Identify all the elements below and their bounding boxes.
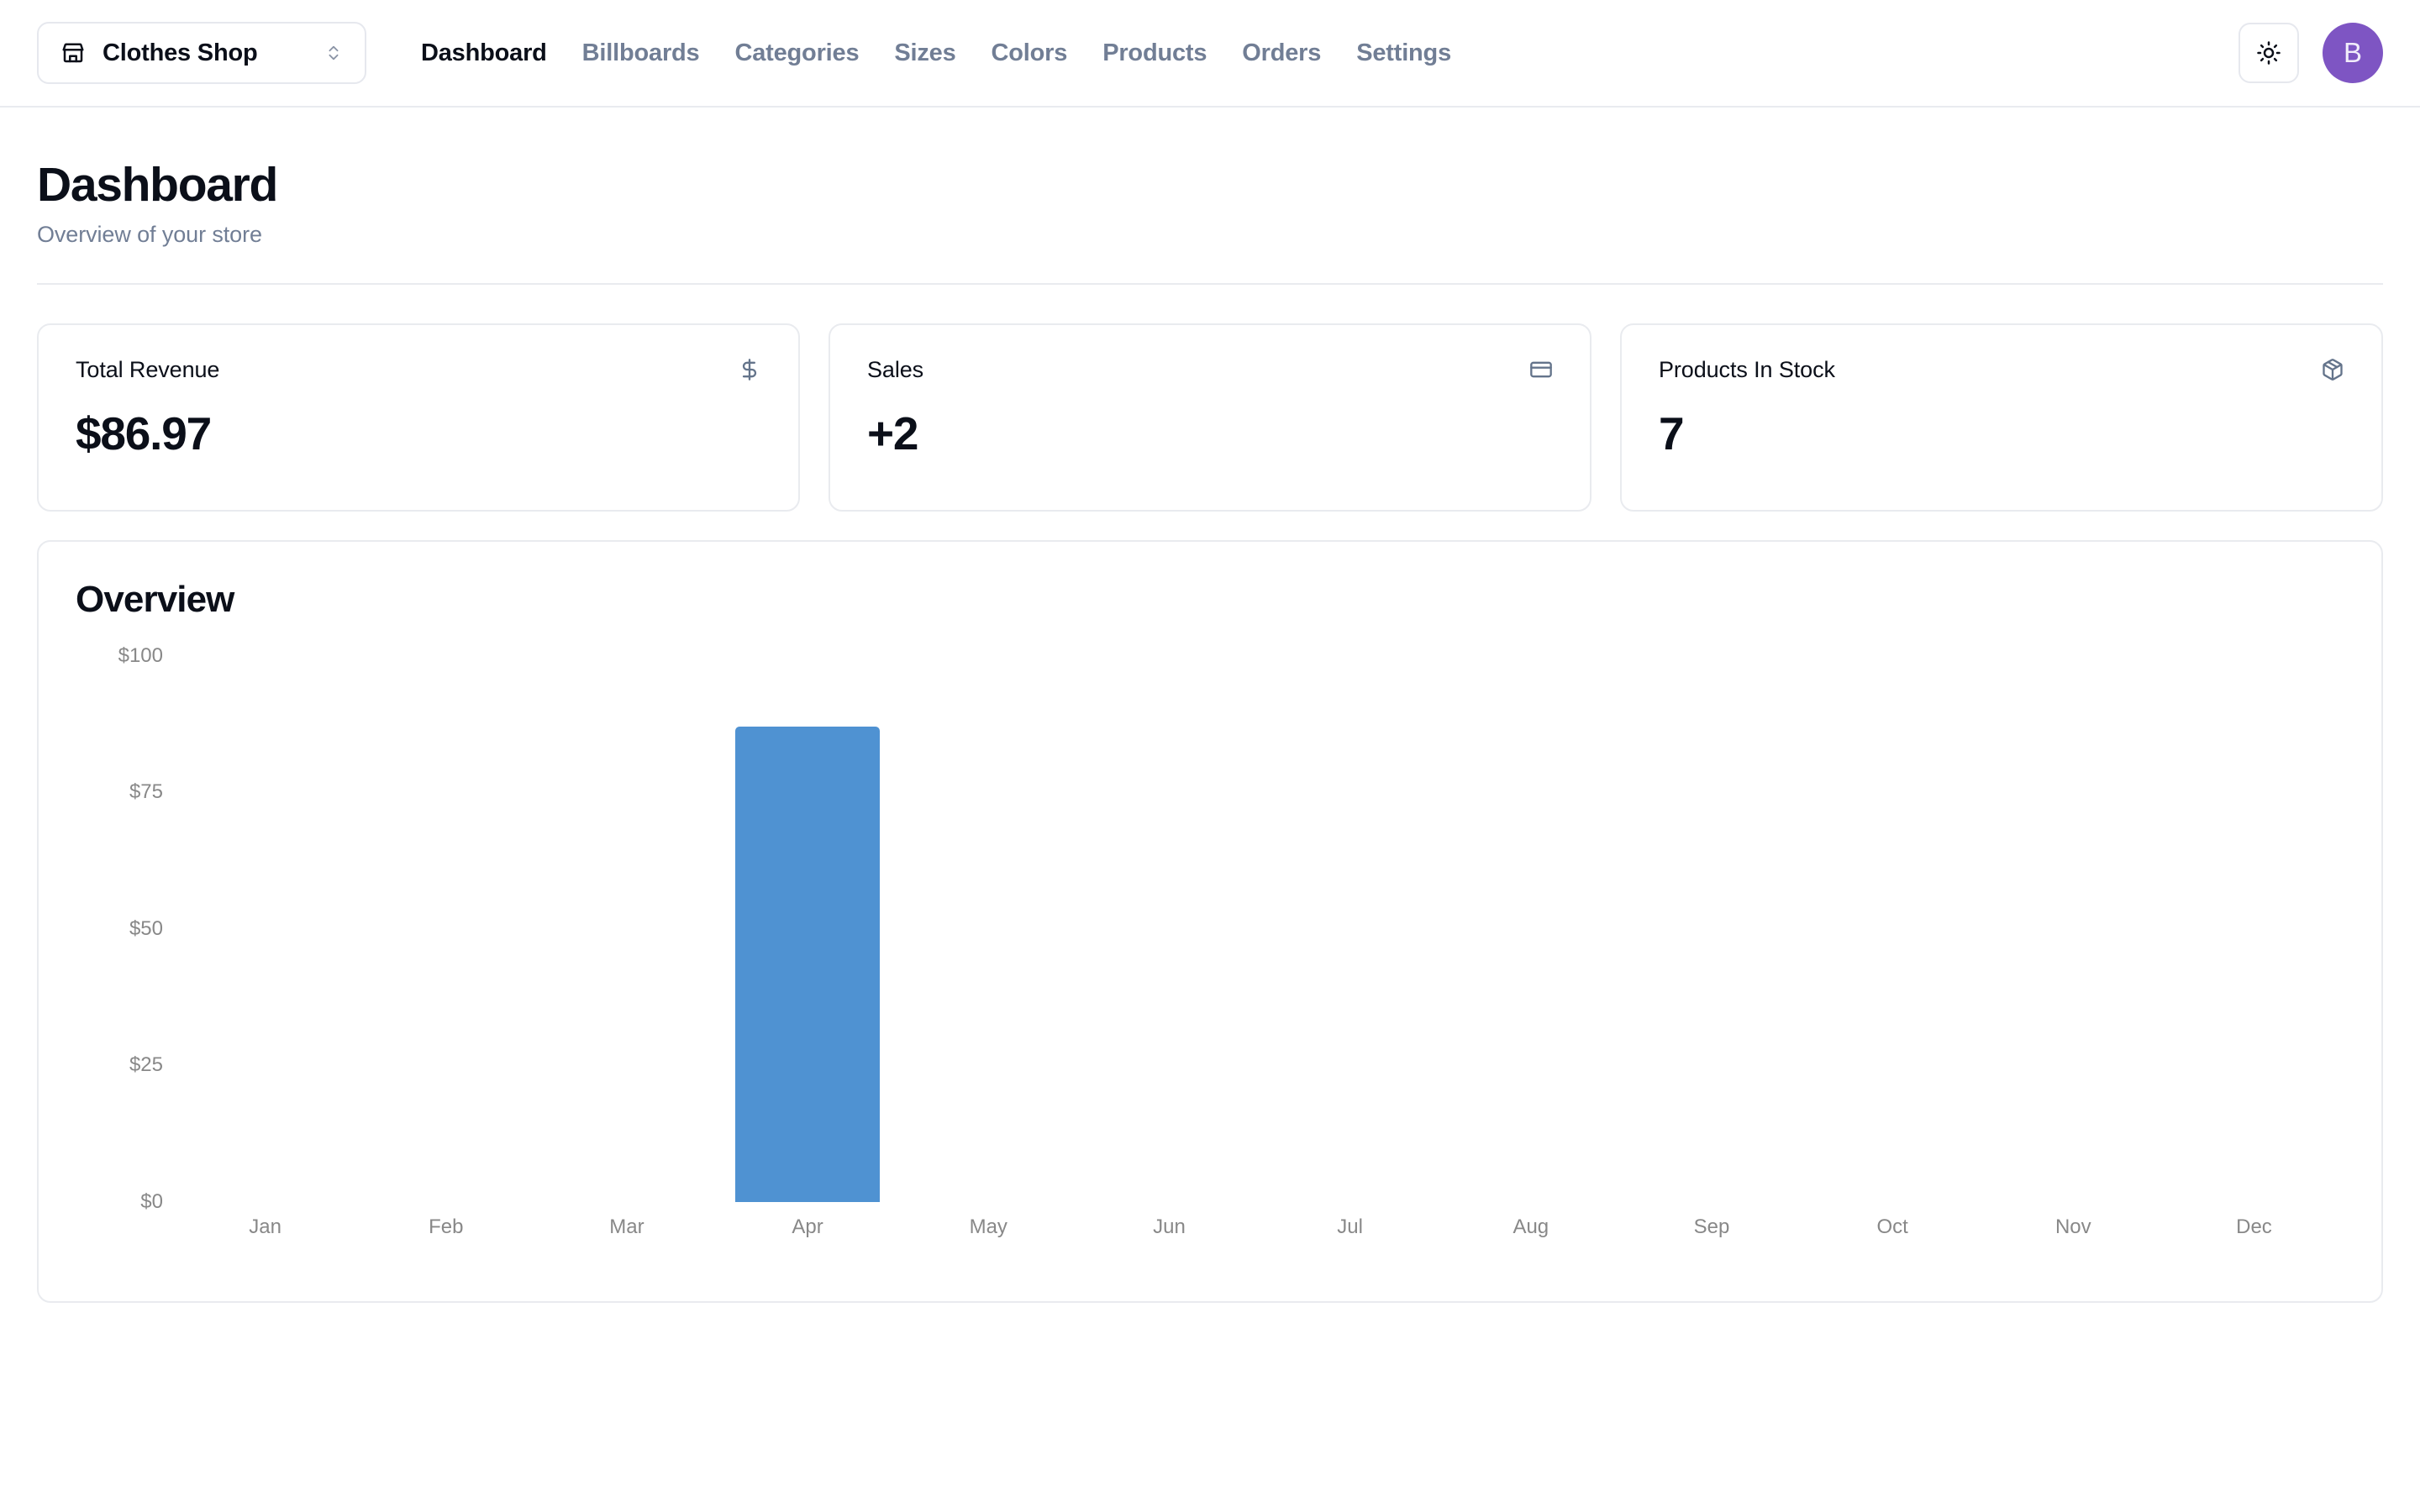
package-icon — [2321, 358, 2344, 381]
chart-x-tick: Mar — [609, 1215, 644, 1238]
chart-y-axis: $100 $75 $50 $25 $0 — [76, 644, 175, 1213]
chart-x-tick: Nov — [2054, 1215, 2091, 1238]
sun-icon — [2256, 40, 2281, 66]
chart-bar-slot — [718, 656, 898, 1202]
credit-card-icon — [1529, 358, 1553, 381]
chart-y-tick: $0 — [140, 1189, 163, 1213]
chart-x-axis: Jan Feb Mar Apr May Jun Jul Aug Sep Oct Nov Dec — [175, 1215, 2344, 1239]
store-icon — [60, 40, 86, 66]
chart-bars — [175, 656, 2344, 1202]
nav-link-dashboard[interactable]: Dashboard — [403, 39, 565, 67]
page-subtitle: Overview of your store — [37, 221, 262, 247]
bar-chart: $100 $75 $50 $25 $0 — [76, 644, 2344, 1213]
stat-card-header: Sales — [867, 357, 1553, 383]
chart-x-tick: Oct — [1876, 1215, 1908, 1238]
topbar-actions: B — [2238, 23, 2383, 83]
nav-link-products[interactable]: Products — [1085, 39, 1224, 67]
chart-y-tick: $75 — [129, 780, 163, 804]
nav-link-categories[interactable]: Categories — [717, 39, 876, 67]
chart-bar-slot — [2164, 656, 2344, 1202]
chart-bar-slot — [175, 656, 355, 1202]
chart-y-tick: $50 — [129, 916, 163, 940]
chart-bar-slot — [1079, 656, 1260, 1202]
chart-x-tick: Aug — [1512, 1215, 1549, 1238]
chart-bar-slot — [1621, 656, 1802, 1202]
nav-link-colors[interactable]: Colors — [974, 39, 1086, 67]
header-divider — [37, 282, 2383, 285]
chart-bar-slot — [1260, 656, 1440, 1202]
chart-bar[interactable] — [735, 727, 881, 1202]
avatar-initial: B — [2343, 37, 2362, 68]
chart-x-tick: Dec — [2236, 1215, 2272, 1238]
page-title: Dashboard — [37, 158, 278, 212]
stat-card-grid: Total Revenue $86.97 Sales +2 Products I… — [37, 323, 2383, 512]
store-switcher-label: Clothes Shop — [103, 39, 258, 66]
stat-value: +2 — [867, 407, 919, 459]
chart-x-tick: Feb — [429, 1215, 464, 1238]
stat-value: $86.97 — [76, 407, 212, 459]
chart-bar-slot — [898, 656, 1079, 1202]
nav-link-billboards[interactable]: Billboards — [565, 39, 718, 67]
stat-card-products-in-stock: Products In Stock 7 — [1620, 323, 2383, 512]
chart-bar-slot — [536, 656, 717, 1202]
dollar-sign-icon — [738, 358, 761, 381]
main-navigation: Dashboard Billboards Categories Sizes Co… — [403, 39, 1469, 67]
stat-card-header: Products In Stock — [1659, 357, 2344, 383]
chart-title: Overview — [76, 578, 234, 620]
chart-x-tick: Jun — [1153, 1215, 1186, 1238]
chart-y-tick: $100 — [118, 643, 163, 667]
chart-y-tick: $25 — [129, 1053, 163, 1077]
chart-x-tick: Apr — [792, 1215, 823, 1238]
chart-plot-area — [175, 656, 2344, 1202]
chart-bar-slot — [1440, 656, 1621, 1202]
page-content: Dashboard Overview of your store Total R… — [0, 108, 2420, 1303]
overview-chart-card: Overview $100 $75 $50 $25 $0 Jan Feb Mar Apr May… — [37, 539, 2383, 1303]
chart-x-tick: Sep — [1693, 1215, 1730, 1238]
theme-toggle-button[interactable] — [2238, 23, 2299, 83]
chart-x-tick: Jul — [1337, 1215, 1363, 1238]
chart-bar-slot — [1802, 656, 1983, 1202]
nav-link-settings[interactable]: Settings — [1339, 39, 1469, 67]
stat-card-sales: Sales +2 — [829, 323, 1591, 512]
stat-value: 7 — [1659, 407, 1685, 459]
chart-x-tick: Jan — [249, 1215, 281, 1238]
chart-x-tick: May — [969, 1215, 1007, 1238]
chart-bar-slot — [1983, 656, 2164, 1202]
stat-card-header: Total Revenue — [76, 357, 761, 383]
store-switcher[interactable]: Clothes Shop — [37, 22, 366, 84]
chart-bar-slot — [355, 656, 536, 1202]
stat-label: Total Revenue — [76, 356, 220, 382]
stat-label: Products In Stock — [1659, 356, 1835, 382]
chevrons-up-down-icon — [324, 44, 343, 62]
avatar[interactable]: B — [2323, 23, 2383, 83]
stat-label: Sales — [867, 356, 924, 382]
nav-link-sizes[interactable]: Sizes — [876, 39, 973, 67]
top-navigation-bar: Clothes Shop Dashboard Billboards Catego… — [0, 0, 2420, 108]
stat-card-total-revenue: Total Revenue $86.97 — [37, 323, 800, 512]
nav-link-orders[interactable]: Orders — [1224, 39, 1339, 67]
